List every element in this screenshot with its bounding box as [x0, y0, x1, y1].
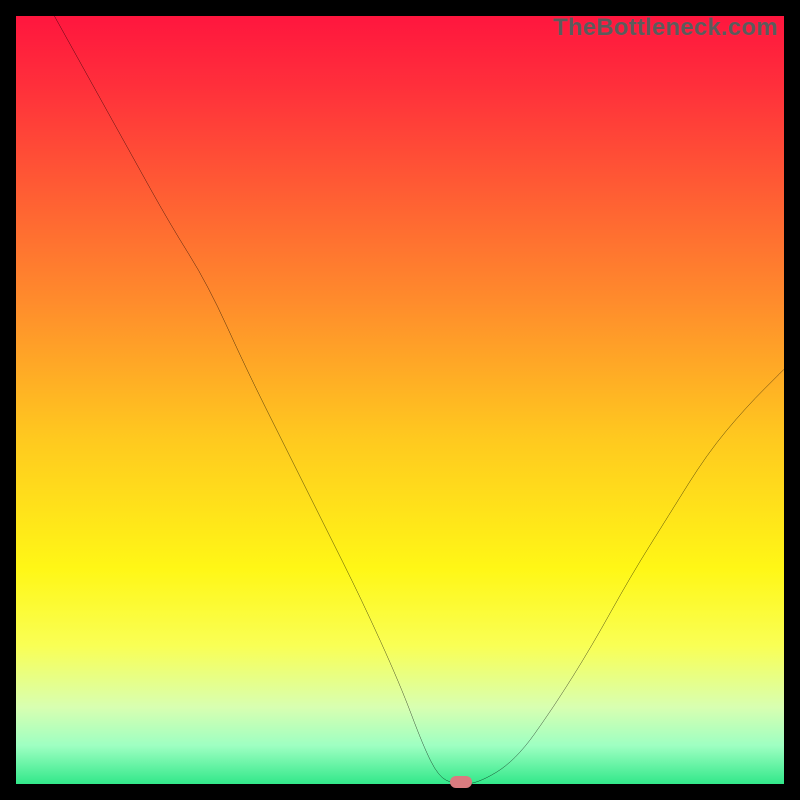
- plot-area: TheBottleneck.com: [16, 16, 784, 784]
- optimal-point-marker: [450, 776, 472, 788]
- curve-path: [54, 16, 784, 784]
- chart-frame: TheBottleneck.com: [0, 0, 800, 800]
- bottleneck-curve: [16, 16, 784, 784]
